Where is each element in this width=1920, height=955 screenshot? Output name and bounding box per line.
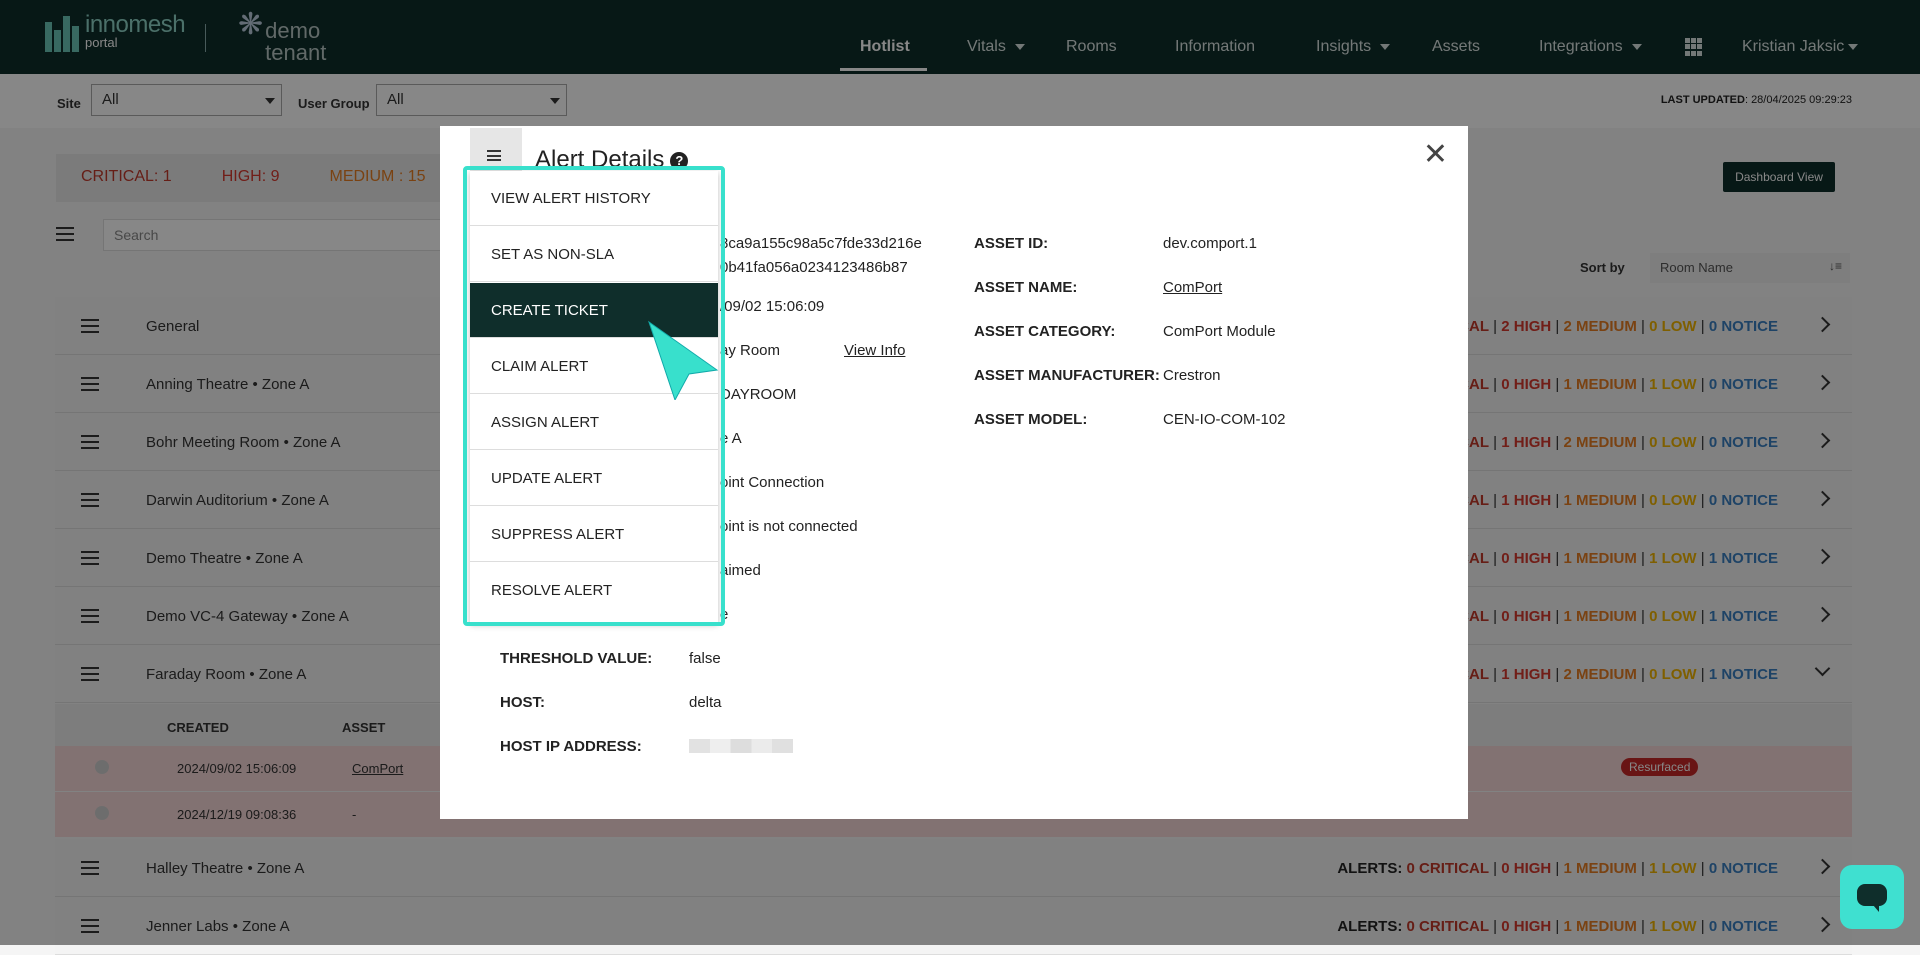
alert-id-line-2: 0b41fa056a0234123486b87 [720,259,908,276]
alert-id-line-1: 8ca9a155c98a5c7fde33d216e [720,235,922,252]
asset-id-label: ASSET ID: [974,235,1049,252]
host-ip-redacted [689,739,793,753]
threshold-value: false [689,650,721,667]
chat-widget-button[interactable] [1840,865,1904,929]
asset-manufacturer-value: Crestron [1163,367,1221,384]
view-info-link[interactable]: View Info [844,342,905,359]
asset-name-label: ASSET NAME: [974,279,1078,296]
asset-id-value: dev.comport.1 [1163,235,1257,252]
asset-model-label: ASSET MODEL: [974,411,1088,428]
close-icon[interactable]: ✕ [1423,140,1448,170]
alert-created-value: /09/02 15:06:09 [720,298,825,315]
alert-status-value: aimed [720,562,761,579]
cursor-arrow-icon [648,320,719,400]
alert-room-value: ay Room [720,342,781,359]
host-label: HOST: [500,694,545,711]
host-value: delta [689,694,722,711]
asset-manufacturer-label: ASSET MANUFACTURER: [974,367,1160,384]
asset-category-label: ASSET CATEGORY: [974,323,1116,340]
asset-model-value: CEN-IO-COM-102 [1163,411,1286,428]
alert-type-value: oint Connection [720,474,825,491]
threshold-value-label: THRESHOLD VALUE: [500,650,653,667]
alert-description-value: oint is not connected [720,518,858,535]
asset-name-link[interactable]: ComPort [1163,279,1222,296]
asset-category-value: ComPort Module [1163,323,1276,340]
alert-room-code-value: DAYROOM [720,386,797,403]
chat-bubble-icon [1857,884,1887,912]
host-ip-label: HOST IP ADDRESS: [500,738,642,755]
hamburger-icon [487,150,501,161]
